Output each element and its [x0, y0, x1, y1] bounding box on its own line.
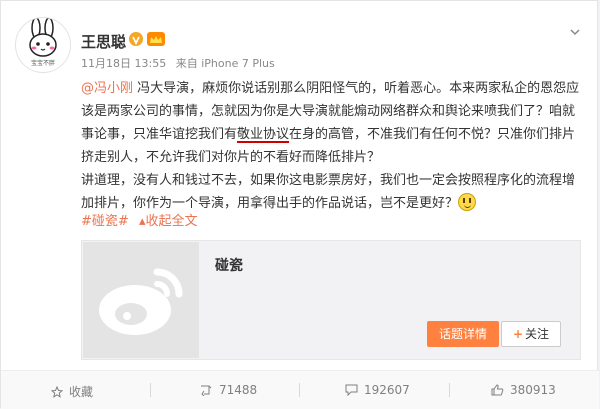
- thumbs-up-icon: [491, 384, 504, 399]
- post-tags: #碰瓷# ▴收起全文: [81, 210, 197, 229]
- avatar[interactable]: 宝宝不胖: [15, 17, 71, 73]
- underlined-text: 敬业协议: [237, 127, 290, 142]
- action-bar: 收藏 71488 192607 380913: [1, 370, 599, 409]
- divider: [299, 383, 300, 397]
- body-text-part3: 讲道理，没有人和钱过不去，如果你这电影票房好，我们也一定会按照程序化的流程增加排…: [81, 173, 576, 211]
- chevron-down-icon[interactable]: [568, 25, 582, 39]
- post-device[interactable]: iPhone 7 Plus: [201, 57, 275, 70]
- hashtag-link[interactable]: #碰瓷#: [81, 214, 129, 229]
- repost-button[interactable]: 71488: [200, 383, 257, 399]
- like-button[interactable]: 380913: [491, 383, 556, 399]
- post-body: @冯小刚 冯大导演，麻烦你说话别那么阴阳怪气的，听着恶心。本来两家私企的恩怨应该…: [81, 77, 581, 215]
- user-name[interactable]: 王思聪: [81, 31, 126, 52]
- plus-icon: +: [512, 327, 524, 341]
- star-icon: [50, 385, 64, 401]
- post-time[interactable]: 11月18日 13:55: [81, 57, 166, 70]
- comment-icon: [345, 384, 358, 399]
- favorite-button[interactable]: 收藏: [50, 383, 94, 401]
- weibo-logo-icon[interactable]: [83, 242, 199, 358]
- smiley-emoji-icon: [458, 193, 477, 211]
- avatar-caption: 宝宝不胖: [30, 60, 55, 67]
- topic-title[interactable]: 碰瓷: [215, 255, 243, 275]
- favorite-label: 收藏: [69, 385, 94, 399]
- collapse-full-text-link[interactable]: 收起全文: [145, 214, 197, 229]
- divider: [150, 383, 151, 397]
- comment-count: 192607: [364, 383, 410, 397]
- from-label: 来自: [175, 57, 198, 70]
- follow-label: 关注: [525, 327, 550, 341]
- verified-v-icon[interactable]: [129, 32, 143, 46]
- comment-button[interactable]: 192607: [345, 383, 410, 399]
- divider: [449, 383, 450, 397]
- post-meta: 11月18日 13:55 来自 iPhone 7 Plus: [81, 55, 275, 71]
- vip-member-icon[interactable]: [147, 32, 165, 46]
- mention-link[interactable]: @冯小刚: [81, 81, 133, 96]
- follow-topic-button[interactable]: + 关注: [501, 321, 561, 347]
- topic-detail-button[interactable]: 话题详情: [427, 321, 499, 347]
- like-count: 380913: [510, 383, 556, 397]
- weibo-post-card: 宝宝不胖 王思聪 11月18日 13:55 来自 iPhone 7 Plus @…: [0, 0, 599, 409]
- repost-count: 71488: [219, 383, 258, 397]
- repost-icon: [200, 384, 213, 399]
